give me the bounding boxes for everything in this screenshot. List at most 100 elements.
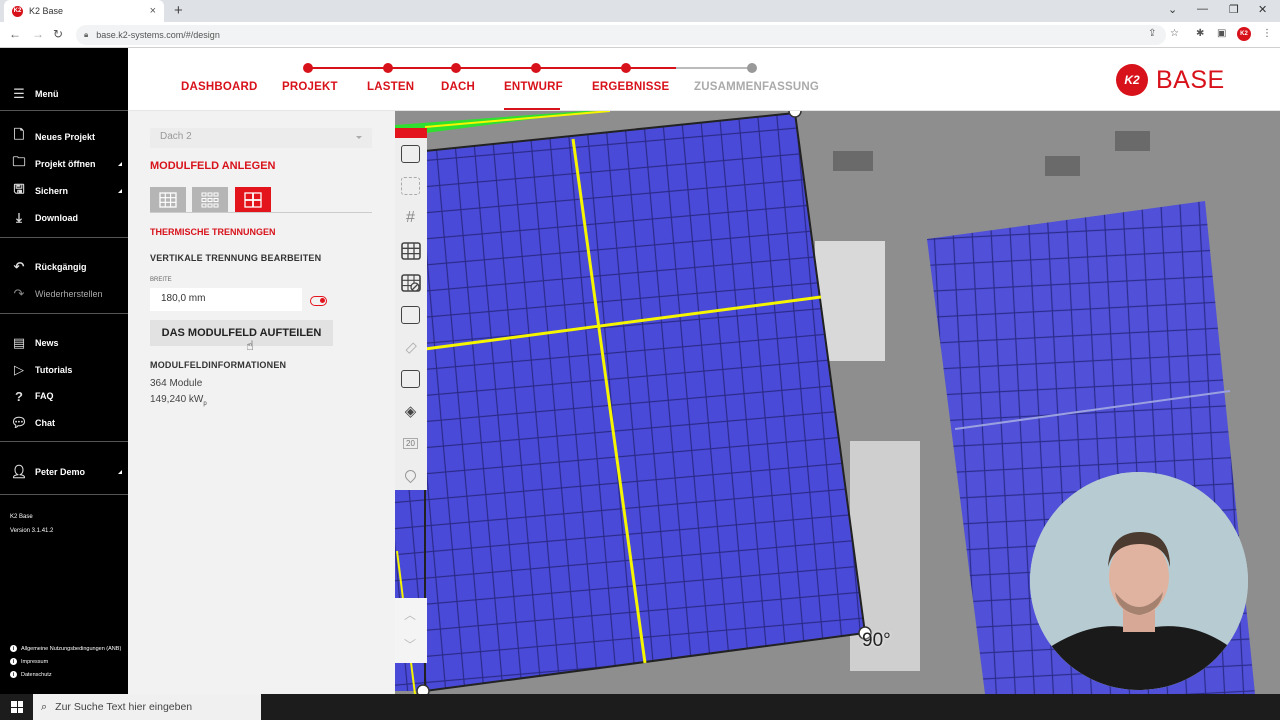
sidebar-item-tutorials[interactable]: ▷ Tutorials: [10, 362, 126, 378]
browser-tab[interactable]: K2 K2 Base ×: [4, 0, 164, 22]
sidepanel-icon[interactable]: ▣: [1217, 28, 1226, 39]
sidebar-item-label: Neues Projekt: [35, 132, 96, 142]
browser-tabbar: K2 K2 Base × + ⌄ — ❐ ✕: [0, 0, 1280, 22]
tab-lasten[interactable]: LASTEN: [367, 81, 414, 93]
grid-icon: [400, 242, 421, 260]
layout-grid-button[interactable]: [150, 187, 186, 212]
new-project-icon: 🗋︎: [13, 127, 25, 142]
tab-entwurf[interactable]: ENTWURF: [504, 81, 563, 93]
hamburger-icon: ☰: [13, 86, 25, 101]
browser-menu-icon[interactable]: ⋮: [1262, 28, 1272, 39]
zoom-level-tool[interactable]: 20: [400, 433, 421, 453]
undo-icon: ↶: [13, 259, 25, 274]
step-dot-lasten[interactable]: [383, 63, 393, 73]
sidebar-item-label: FAQ: [35, 391, 54, 401]
sidebar-item-undo[interactable]: ↶ Rückgängig: [10, 259, 126, 275]
sidebar-divider: [0, 313, 128, 314]
active-tab-indicator: [504, 108, 560, 110]
url-input[interactable]: 🔒︎ base.k2-systems.com/#/design: [76, 25, 1166, 45]
step-dot-projekt[interactable]: [303, 63, 313, 73]
chevron-up-icon[interactable]: ︿: [404, 606, 416, 623]
close-window-icon[interactable]: ✕: [1258, 3, 1267, 16]
tab-dashboard[interactable]: DASHBOARD: [181, 81, 258, 93]
sidebar-item-download[interactable]: ⤓ Download: [10, 210, 126, 226]
power-value: 149,240 kW: [150, 394, 204, 405]
sidebar-item-redo[interactable]: ↷ Wiederherstellen: [10, 286, 126, 302]
step-dot-dach[interactable]: [451, 63, 461, 73]
footer-link-privacy[interactable]: i Datenschutz: [10, 671, 52, 678]
k2-base-logo: K2 BASE: [1116, 64, 1225, 96]
rotate-tool[interactable]: [400, 305, 421, 325]
remove-modules-tool[interactable]: [400, 273, 421, 293]
sidebar-item-user[interactable]: 👤︎ Peter Demo: [10, 464, 126, 480]
close-tab-icon[interactable]: ×: [150, 5, 156, 17]
minimize-icon[interactable]: —: [1197, 3, 1208, 15]
taskbar-search-input[interactable]: ⌕ Zur Suche Text hier eingeben: [33, 694, 261, 720]
tab-projekt[interactable]: PROJEKT: [282, 81, 338, 93]
info-icon: i: [10, 645, 17, 652]
folder-icon: 🗀︎: [12, 154, 26, 169]
width-label: BREITE: [150, 277, 172, 283]
measure-tool[interactable]: ▭: [400, 336, 421, 357]
menu-button[interactable]: ☰ Menü: [10, 86, 126, 102]
module-field-main[interactable]: [395, 113, 865, 691]
module-grid-tool[interactable]: [400, 241, 421, 261]
width-toggle[interactable]: [310, 296, 327, 306]
chevron-down-icon[interactable]: ﹀: [404, 636, 416, 653]
dashed-area-tool[interactable]: [400, 176, 421, 196]
footer-link-terms[interactable]: i Allgemeine Nutzungsbedingungen (ANB): [10, 645, 121, 652]
sidebar-item-news[interactable]: ▤ News: [10, 335, 126, 351]
search-icon: ⌕: [41, 700, 48, 713]
step-dot-entwurf[interactable]: [531, 63, 541, 73]
footer-link-label: Datenschutz: [21, 671, 52, 678]
sidebar-item-label: Chat: [35, 418, 55, 428]
sidebar-item-new-project[interactable]: 🗋︎ Neues Projekt: [10, 127, 126, 145]
info-title: MODULFELDINFORMATIONEN: [150, 360, 287, 370]
download-icon: ⤓: [16, 210, 22, 225]
width-value: 180,0 mm: [161, 293, 206, 304]
footer-link-imprint[interactable]: i Impressum: [10, 658, 48, 665]
width-input[interactable]: 180,0 mm: [150, 288, 302, 311]
extensions-icon[interactable]: ✱: [1196, 28, 1204, 39]
split-module-field-button[interactable]: DAS MODULFELD AUFTEILEN: [150, 320, 333, 346]
layout-dots-button[interactable]: [192, 187, 228, 212]
step-dot-ergebnisse[interactable]: [621, 63, 631, 73]
step-dot-zusammenfassung[interactable]: [747, 63, 757, 73]
layers-tool[interactable]: ◈: [400, 401, 421, 421]
sidebar-divider: [0, 441, 128, 442]
select-area-tool[interactable]: [400, 144, 421, 164]
select-area-icon: [401, 145, 420, 163]
new-tab-icon[interactable]: +: [174, 2, 183, 19]
edit-title: VERTIKALE TRENNUNG BEARBEITEN: [150, 253, 322, 263]
split-grid-icon: [244, 191, 262, 208]
windows-start-icon[interactable]: [11, 701, 23, 713]
back-icon[interactable]: ←: [9, 27, 21, 41]
reload-icon[interactable]: ↻: [53, 27, 63, 41]
scale-tool[interactable]: [400, 369, 421, 389]
tab-dach[interactable]: DACH: [441, 81, 475, 93]
sidebar-item-chat[interactable]: 💬︎ Chat: [10, 415, 126, 431]
angle-label: 90°: [862, 630, 891, 651]
hash-grid-tool[interactable]: #: [400, 208, 421, 228]
sidebar-item-label: Sichern: [35, 186, 69, 196]
corner-handle[interactable]: [416, 684, 430, 694]
restore-icon[interactable]: ❐: [1229, 3, 1239, 16]
location-tool[interactable]: [400, 465, 421, 485]
sidebar-item-faq[interactable]: ? FAQ: [10, 388, 126, 404]
design-panel: Dach 2 MODULFELD ANLEGEN THERMISCHE TREN…: [128, 111, 395, 694]
roof-select-value: Dach 2: [160, 131, 192, 142]
bookmark-star-icon[interactable]: ☆: [1170, 28, 1179, 39]
corner-handle[interactable]: [788, 111, 802, 118]
toolbar-accent: [395, 128, 427, 138]
tab-ergebnisse[interactable]: ERGEBNISSE: [592, 81, 669, 93]
roof-select[interactable]: Dach 2: [150, 128, 372, 148]
sidebar-item-open-project[interactable]: 🗀︎ Projekt öffnen: [10, 154, 126, 172]
sidebar-item-save[interactable]: 🖫︎ Sichern: [10, 181, 126, 199]
tab-search-icon[interactable]: ⌄: [1168, 3, 1177, 16]
tab-zusammenfassung[interactable]: ZUSAMMENFASSUNG: [694, 81, 819, 93]
profile-icon[interactable]: K2: [1237, 27, 1251, 41]
thermal-separation-button[interactable]: [235, 187, 271, 212]
module-count: 364 Module: [150, 378, 203, 389]
forward-icon[interactable]: →: [32, 27, 44, 41]
share-icon[interactable]: ⇪: [1148, 28, 1156, 39]
